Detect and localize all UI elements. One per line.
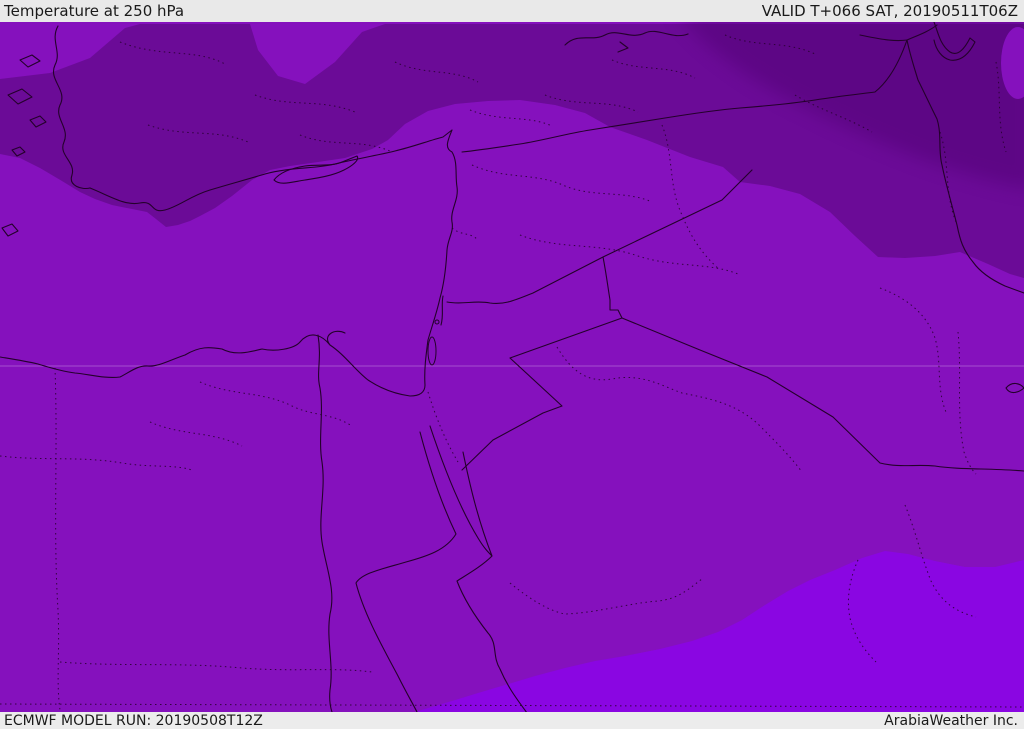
header-bar: Temperature at 250 hPa VALID T+066 SAT, …	[0, 0, 1024, 22]
map-canvas	[0, 22, 1024, 712]
weather-chart-window: Temperature at 250 hPa VALID T+066 SAT, …	[0, 0, 1024, 729]
map-title: Temperature at 250 hPa	[4, 2, 185, 20]
valid-time-label: VALID T+066 SAT, 20190511T06Z	[761, 2, 1018, 20]
model-run-label: ECMWF MODEL RUN: 20190508T12Z	[4, 712, 263, 729]
credit-label: ArabiaWeather Inc.	[884, 712, 1018, 729]
footer-bar: ECMWF MODEL RUN: 20190508T12Z ArabiaWeat…	[0, 712, 1024, 729]
weather-map	[0, 22, 1024, 712]
